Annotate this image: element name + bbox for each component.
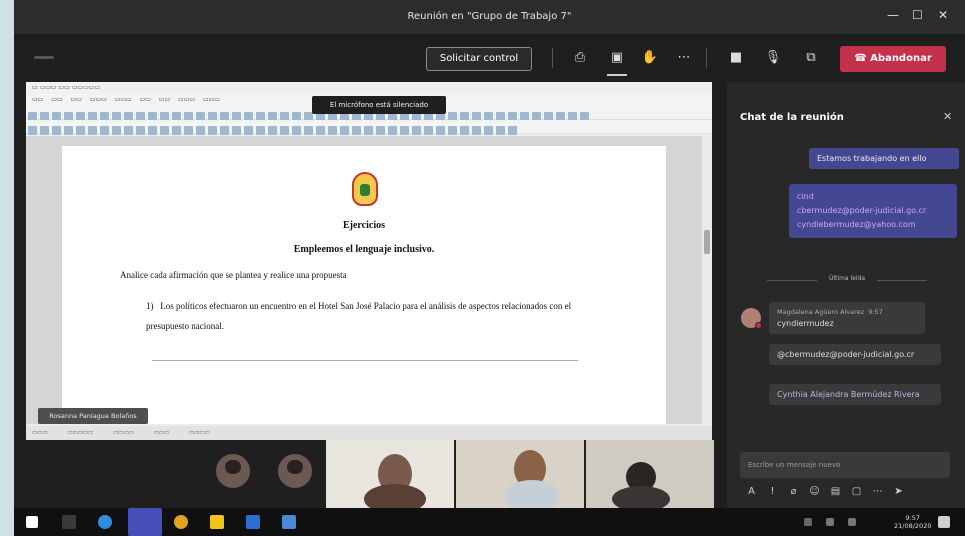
document-intro: Analice cada afirmación que se plantea y… [120, 270, 347, 280]
emoji-icon[interactable]: ☺ [804, 486, 825, 497]
sender-name: Magdalena Agüero Alvarez [777, 308, 865, 316]
minimize-icon[interactable]: — [887, 8, 899, 22]
mic-icon[interactable]: 🎙 [763, 48, 783, 68]
request-control-button[interactable]: Solicitar control [426, 47, 532, 71]
title-bar: Reunión en "Grupo de Trabajo 7" — ☐ ✕ [14, 0, 965, 34]
compose-message-input[interactable]: Escribe un mensaje nuevo [740, 452, 950, 478]
message-text: @cbermudez@poder-judicial.go.cr [777, 350, 915, 359]
chat-title: Chat de la reunión [740, 112, 844, 123]
raise-hand-icon[interactable]: ✋ [640, 48, 660, 68]
chat-message-received: Magdalena Agüero Alvarez 9:57 cyndiermud… [769, 302, 925, 334]
edge-icon[interactable] [98, 515, 112, 529]
taskbar-clock[interactable]: 9:57 21/08/2020 [894, 514, 931, 530]
format-icon[interactable]: A [741, 486, 762, 497]
participant-video[interactable] [586, 440, 714, 512]
send-icon[interactable]: ➤ [888, 486, 909, 497]
active-tab-indicator [607, 74, 627, 76]
meeting-chat-panel: Chat de la reunión ✕ Estamos trabajando … [727, 82, 965, 508]
participant-avatar[interactable] [216, 454, 250, 488]
writer-toolbar-format [26, 120, 712, 135]
meeting-toolbar: Solicitar control ⎙ ▣ ✋ ⋯ ■ 🎙 ⧉ ☎ Abando… [14, 34, 965, 82]
mic-muted-tooltip: El micrófono está silenciado [312, 96, 446, 114]
chat-message-received: Cynthia Alejandra Bermúdez Rivera [769, 384, 941, 405]
document-scrollbar[interactable] [702, 136, 712, 424]
writer-icon[interactable] [282, 515, 296, 529]
email-link[interactable]: cyndiebermudez@yahoo.com [797, 218, 949, 232]
window-title: Reunión en "Grupo de Trabajo 7" [407, 11, 572, 22]
more-icon[interactable]: ⋯ [674, 48, 694, 68]
writer-status-bar: ▭▭▭ ▭▭▭▭▭ ▭▭▭▭ ▭▭▭ ▭▭▭▭ [26, 426, 712, 440]
volume-icon[interactable] [826, 518, 834, 526]
document-subtitle: Empleemos el lenguaje inclusivo. [293, 244, 435, 255]
paperclip-icon[interactable]: ⌀ [783, 486, 804, 497]
chat-message-received: @cbermudez@poder-judicial.go.cr [769, 344, 941, 365]
message-text: Cynthia Alejandra Bermúdez Rivera [777, 390, 920, 399]
meeting-timer-placeholder [34, 56, 54, 59]
desktop-background [0, 0, 14, 536]
task-view-icon[interactable] [62, 515, 76, 529]
chat-close-icon[interactable]: ✕ [943, 110, 952, 123]
camera-icon[interactable]: ■ [726, 48, 746, 68]
message-time: 9:57 [868, 308, 883, 316]
share-screen-icon[interactable]: ⧉ [801, 48, 821, 68]
writer-title-bar: ▭ ▭▭▭ ▭▭ ▭▭▭▭▭ [26, 82, 712, 94]
leave-meeting-button[interactable]: ☎ Abandonar [840, 46, 946, 72]
item-text: Los políticos efectuaron un encuentro en… [146, 301, 572, 331]
answer-line [152, 360, 578, 361]
document-list-item: 1) Los políticos efectuaron un encuentro… [146, 296, 616, 336]
teams-meeting-window: Reunión en "Grupo de Trabajo 7" — ☐ ✕ So… [14, 0, 965, 536]
word-icon[interactable] [246, 515, 260, 529]
read-divider-label: Última leída [817, 275, 877, 282]
participant-video[interactable] [456, 440, 584, 512]
clock-date: 21/08/2020 [894, 522, 932, 530]
gif-icon[interactable]: ▤ [825, 486, 846, 497]
close-icon[interactable]: ✕ [938, 8, 948, 22]
sticker-icon[interactable]: ▢ [846, 486, 867, 497]
presence-status-badge [755, 322, 762, 329]
start-icon[interactable] [26, 516, 38, 528]
leave-label: Abandonar [870, 53, 932, 64]
chrome-icon[interactable] [174, 515, 188, 529]
shared-screen: ▭ ▭▭▭ ▭▭ ▭▭▭▭▭ ▭▭ ▭▭ ▭▭ ▭▭▭ ▭▭▭ ▭▭ ▭▭ ▭▭… [26, 82, 712, 440]
clock-time: 9:57 [905, 514, 921, 522]
battery-icon[interactable] [848, 518, 856, 526]
maximize-icon[interactable]: ☐ [912, 8, 923, 22]
item-number: 1) [146, 301, 154, 311]
email-link[interactable]: cbermudez@poder-judicial.go.cr [797, 204, 949, 218]
message-text: cyndiermudez [777, 319, 834, 328]
participant-video[interactable] [326, 440, 454, 514]
chat-icon[interactable]: ▣ [607, 48, 627, 68]
network-icon[interactable] [804, 518, 812, 526]
document-canvas: Ejercicios Empleemos el lenguaje inclusi… [26, 136, 702, 424]
compose-toolbar: A! ⌀ ☺ ▤ ▢ ⋯ ➤ [741, 486, 955, 502]
file-explorer-icon[interactable] [210, 515, 224, 529]
teams-icon[interactable] [128, 508, 162, 536]
document-title: Ejercicios [342, 220, 386, 231]
chat-message-sent: cind cbermudez@poder-judicial.go.cr cynd… [789, 184, 957, 238]
share-tray-icon[interactable]: ⎙ [570, 48, 590, 68]
toolbar-divider [706, 48, 707, 68]
presenter-name-tag: Rosanna Paniagua Bolaños [38, 408, 148, 424]
chat-message-sent: Estamos trabajando en ello [809, 148, 959, 169]
message-prefix: cind [797, 192, 814, 201]
participant-video-strip [14, 440, 727, 514]
message-text: Estamos trabajando en ello [817, 154, 927, 163]
institution-logo [352, 172, 378, 206]
notifications-icon[interactable] [938, 516, 950, 528]
more-options-icon[interactable]: ⋯ [867, 486, 888, 497]
document-page: Ejercicios Empleemos el lenguaje inclusi… [62, 146, 666, 424]
windows-taskbar: 9:57 21/08/2020 [14, 508, 965, 536]
attach-icon[interactable]: ! [762, 486, 783, 497]
participant-avatar[interactable] [278, 454, 312, 488]
toolbar-divider [552, 48, 553, 68]
